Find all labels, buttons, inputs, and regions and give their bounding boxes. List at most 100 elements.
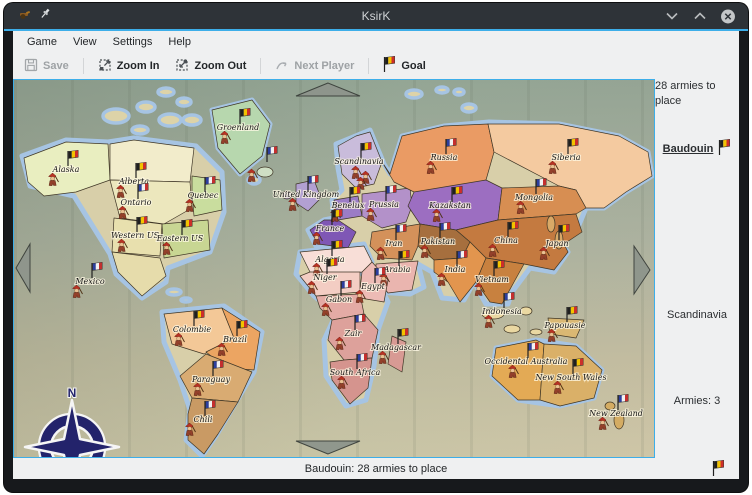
menu-game[interactable]: Game <box>19 33 65 51</box>
territory-label: Scandinavia <box>334 157 384 166</box>
territory-label: Japan <box>543 239 568 248</box>
save-icon <box>24 58 38 75</box>
territory-label: China <box>494 236 518 245</box>
territory-label: New Zealand <box>588 409 643 418</box>
menu-bar: Game View Settings Help <box>13 31 739 53</box>
territory-label: Colombie <box>173 325 212 334</box>
island <box>167 289 181 295</box>
menu-settings[interactable]: Settings <box>105 33 161 51</box>
menu-help[interactable]: Help <box>160 33 199 51</box>
territory-label: Kazakstan <box>428 201 471 210</box>
zoom-in-button[interactable]: Zoom In <box>91 55 167 78</box>
island <box>462 104 476 112</box>
territory-madagascar[interactable] <box>388 336 406 372</box>
territory-label: Siberia <box>551 153 580 162</box>
maximize-button[interactable] <box>692 8 708 24</box>
scroll-down-arrow[interactable] <box>296 441 360 454</box>
territory-label: Pakistan <box>420 237 455 246</box>
island <box>158 88 174 96</box>
territory-label: Russia <box>430 153 458 162</box>
territory-japan[interactable] <box>547 216 555 232</box>
flag-icon <box>92 262 102 278</box>
territory-indonesia[interactable] <box>530 329 542 335</box>
status-bar: Baudouin: 28 armies to place <box>13 458 739 479</box>
soldier-icon <box>599 417 609 430</box>
toolbar: Save Zoom In Zoom Out Next Player <box>13 53 739 79</box>
soldier-icon <box>73 285 83 298</box>
territory-label: Occidental Australia <box>485 357 568 366</box>
scroll-left-arrow[interactable] <box>16 244 30 292</box>
goal-label: Goal <box>401 60 425 72</box>
compass-rose: N <box>25 386 119 457</box>
island <box>132 126 148 134</box>
window-title: KsirK <box>4 9 748 23</box>
territory-label: Benelux <box>331 201 365 210</box>
player-name[interactable]: Baudouin <box>663 143 714 155</box>
territory-label: Brazil <box>222 335 247 344</box>
territory-indonesia[interactable] <box>520 307 532 315</box>
player-flag-icon <box>718 139 731 159</box>
next-player-icon <box>275 58 289 75</box>
flag-icon <box>714 460 724 476</box>
title-bar[interactable]: KsirK <box>4 3 748 29</box>
territory-label: Prussia <box>368 200 399 209</box>
territory-label: Eastern US <box>156 234 204 243</box>
territory-label: Egypt <box>360 282 386 291</box>
save-label: Save <box>43 60 69 72</box>
island <box>177 98 191 106</box>
territory-label: Ontario <box>121 198 152 207</box>
territory-label: Chili <box>194 415 213 424</box>
goal-button[interactable]: Goal <box>376 53 432 79</box>
territory-alberta[interactable] <box>110 140 194 182</box>
armies-to-place-text: 28 armies to place <box>655 79 723 109</box>
flag-icon <box>720 139 730 155</box>
island <box>103 109 129 123</box>
territory-label: New South Wales <box>534 373 606 382</box>
status-flag-icon <box>712 460 725 480</box>
compass-north-label: N <box>68 386 77 400</box>
territory-label: Indonesia <box>481 307 522 316</box>
next-player-button[interactable]: Next Player <box>268 55 361 78</box>
minimize-button[interactable] <box>664 8 680 24</box>
armies-count-text: Armies: 3 <box>674 395 720 407</box>
zoom-in-icon <box>98 58 112 75</box>
territory-label: South Africa <box>330 368 381 377</box>
close-button[interactable] <box>720 8 736 24</box>
territory-label: Groenland <box>217 123 260 132</box>
toolbar-separator <box>83 58 84 74</box>
zoom-out-button[interactable]: Zoom Out <box>168 55 253 78</box>
menu-view[interactable]: View <box>65 33 105 51</box>
island <box>159 114 181 126</box>
territory-label: Alaska <box>52 165 80 174</box>
flag-icon <box>385 56 395 72</box>
island <box>137 102 155 112</box>
territory-label: Gabon <box>326 295 352 304</box>
island <box>181 298 191 302</box>
player-sidebar: Baudouin 28 armies to place Scandinavia … <box>655 79 739 458</box>
app-window: KsirK Game View Settings Help <box>4 3 748 492</box>
island <box>406 90 422 98</box>
world-map[interactable]: AlaskaAlbertaOntarioQuebecWestern USEast… <box>13 79 655 458</box>
zoom-out-label: Zoom Out <box>194 60 246 72</box>
scroll-up-arrow[interactable] <box>296 83 360 96</box>
window-frame-bottom <box>4 479 748 492</box>
territory-iceland[interactable] <box>257 167 273 177</box>
save-button[interactable]: Save <box>17 55 76 78</box>
next-player-label: Next Player <box>294 60 354 72</box>
territory-label: Zair <box>344 329 363 338</box>
flag-icon <box>618 394 628 410</box>
island <box>454 89 464 95</box>
territory-label: Arabia <box>383 265 411 274</box>
toolbar-separator <box>368 58 369 74</box>
territory-label: Niger <box>312 273 337 282</box>
territory-label: Madagascar <box>370 343 422 352</box>
territory-indonesia[interactable] <box>504 325 520 333</box>
territory-label: India <box>444 265 466 274</box>
territory-label: Western US <box>111 231 160 240</box>
island <box>436 87 448 93</box>
zoom-in-label: Zoom In <box>117 60 160 72</box>
goal-flag-icon <box>383 56 396 76</box>
soldier-icon <box>379 351 389 364</box>
scroll-right-arrow[interactable] <box>634 246 650 294</box>
toolbar-separator <box>260 58 261 74</box>
